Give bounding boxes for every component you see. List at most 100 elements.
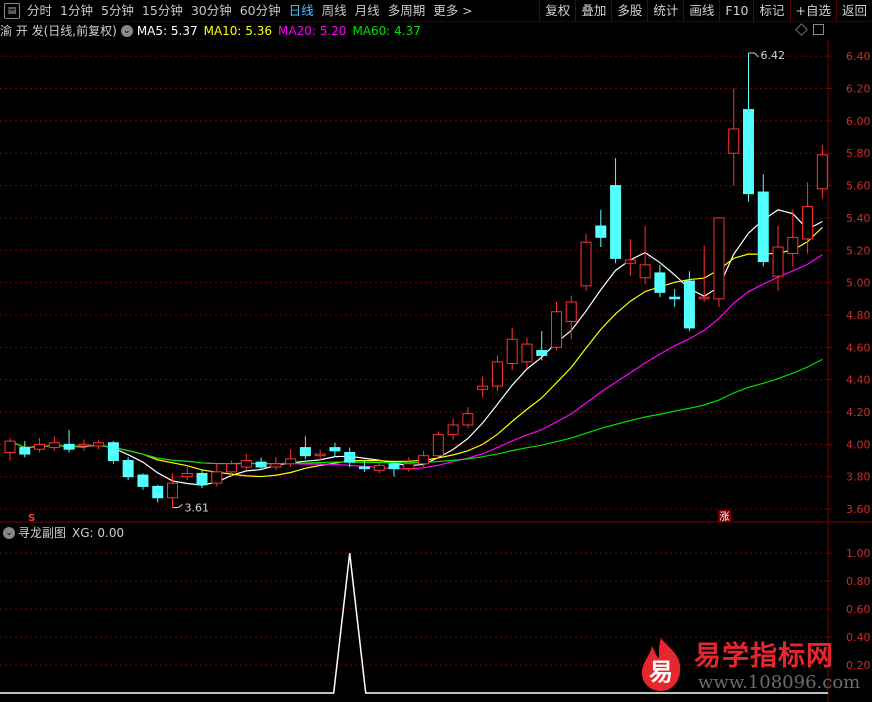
stock-title: 渝 开 发(日线,前复权) xyxy=(0,24,117,38)
candle-body xyxy=(240,460,252,468)
candle xyxy=(48,436,60,451)
candle xyxy=(669,289,681,307)
ma-legend: MA20: 5.20 xyxy=(278,24,347,38)
s-marker: S xyxy=(28,513,35,524)
price-axis: 6.40 6.20 6.00 5.80 5.60 5.40 5.20 5.00 4.80 4.60… xyxy=(828,50,871,516)
period-tab[interactable]: 更多 > xyxy=(429,0,476,22)
ma-legend: MA10: 5.36 xyxy=(203,24,273,38)
candle-body xyxy=(477,385,489,390)
candle-body xyxy=(506,338,518,364)
candle-body xyxy=(491,361,503,387)
candle-body xyxy=(447,424,459,436)
low-pointer xyxy=(172,504,183,508)
candle-body xyxy=(285,458,297,465)
candle-body xyxy=(34,443,46,450)
period-tab[interactable]: 多周期 xyxy=(384,0,430,22)
candle-body xyxy=(4,440,16,453)
high-label: 6.42 xyxy=(761,49,786,62)
period-tab[interactable]: 周线 xyxy=(318,0,351,22)
tool-button[interactable]: 叠加 xyxy=(575,0,611,22)
candle xyxy=(196,470,208,489)
candle-body xyxy=(211,471,223,484)
candle-body xyxy=(93,442,105,447)
sub-tick-label: 0.60 xyxy=(846,603,871,616)
tool-button[interactable]: 标记 xyxy=(753,0,789,22)
candle-body xyxy=(521,343,533,363)
tool-button[interactable]: 复权 xyxy=(539,0,575,22)
candle-body xyxy=(757,191,769,263)
tool-buttons: 复权 叠加 多股 统计 画线 F10 标记 +自选 返回 xyxy=(539,0,872,22)
candle xyxy=(506,327,518,370)
ma20-line xyxy=(9,254,823,470)
candle-body xyxy=(418,455,430,465)
price-tick-label: 6.40 xyxy=(846,50,871,63)
layout-icon[interactable]: ▤ xyxy=(4,3,20,19)
sub-chart-value: XG: 0.00 xyxy=(72,526,125,540)
price-tick-label: 5.80 xyxy=(846,147,871,160)
window-icon[interactable] xyxy=(813,24,824,35)
candle xyxy=(329,442,341,458)
candle xyxy=(580,234,592,291)
price-tick-label: 6.00 xyxy=(846,115,871,128)
candle-body xyxy=(78,443,90,447)
candle-body xyxy=(683,280,695,329)
candle-body xyxy=(743,109,754,195)
diamond-icon[interactable] xyxy=(795,23,808,36)
candle xyxy=(78,439,90,451)
period-tab[interactable]: 分时 xyxy=(23,0,56,22)
price-tick-label: 3.80 xyxy=(846,471,871,484)
candle-body xyxy=(654,272,666,293)
collapse-icon[interactable]: ⌄ xyxy=(120,25,133,37)
candle-body xyxy=(536,350,548,356)
price-tick-label: 4.60 xyxy=(846,341,871,354)
candle-body xyxy=(107,442,119,462)
candle-body xyxy=(63,443,75,450)
period-tab[interactable]: 15分钟 xyxy=(138,0,187,22)
candle xyxy=(19,441,31,458)
period-tab[interactable]: 1分钟 xyxy=(56,0,97,22)
period-tab[interactable]: 30分钟 xyxy=(187,0,236,22)
candle-body xyxy=(772,246,784,277)
candle-body xyxy=(565,301,577,322)
price-tick-label: 5.60 xyxy=(846,180,871,193)
period-tab[interactable]: 5分钟 xyxy=(97,0,138,22)
kline-chart[interactable]: 6.40 6.20 6.00 5.80 5.60 5.40 5.20 5.00 4.80 4.60… xyxy=(0,0,872,702)
logo-char: 易 xyxy=(649,658,673,686)
ma10-line xyxy=(9,226,823,478)
collapse-sub-icon[interactable]: ⌄ xyxy=(3,527,15,539)
candle-body xyxy=(728,128,740,154)
toolbar: ▤ 分时 1分钟 5分钟 15分钟 30分钟 60分钟 日线 周线 月线 多周期 更多 > 复权 叠加… xyxy=(0,0,872,22)
period-tab[interactable]: 日线 xyxy=(285,0,318,22)
period-tab[interactable]: 60分钟 xyxy=(236,0,285,22)
candle xyxy=(610,158,622,264)
price-tick-label: 4.40 xyxy=(846,374,871,387)
price-tick-label: 6.20 xyxy=(846,83,871,96)
candle-body xyxy=(816,154,828,190)
tool-button[interactable]: 返回 xyxy=(835,0,872,22)
tool-button[interactable]: F10 xyxy=(719,0,753,22)
candle-body xyxy=(270,463,282,468)
candle-body xyxy=(462,413,474,426)
candle xyxy=(240,454,252,471)
candle xyxy=(403,457,415,472)
price-tick-label: 3.60 xyxy=(846,503,871,516)
candle xyxy=(34,437,46,453)
price-tick-label: 4.20 xyxy=(846,406,871,419)
chart-controls xyxy=(795,23,824,36)
candle xyxy=(447,418,459,440)
candle xyxy=(757,174,769,267)
candle xyxy=(181,467,193,480)
price-tick-label: 5.40 xyxy=(846,212,871,225)
tool-button[interactable]: 画线 xyxy=(683,0,719,22)
tool-button[interactable]: +自选 xyxy=(789,0,836,22)
candle-body xyxy=(802,206,814,240)
candle-body xyxy=(226,463,238,473)
candle xyxy=(521,337,533,369)
candle-body xyxy=(255,461,267,468)
candle xyxy=(772,226,784,291)
period-tab[interactable]: 月线 xyxy=(351,0,384,22)
candle xyxy=(550,302,562,351)
tool-button[interactable]: 多股 xyxy=(611,0,647,22)
tool-button[interactable]: 统计 xyxy=(647,0,683,22)
ma-legend: MA60: 4.37 xyxy=(352,24,421,38)
